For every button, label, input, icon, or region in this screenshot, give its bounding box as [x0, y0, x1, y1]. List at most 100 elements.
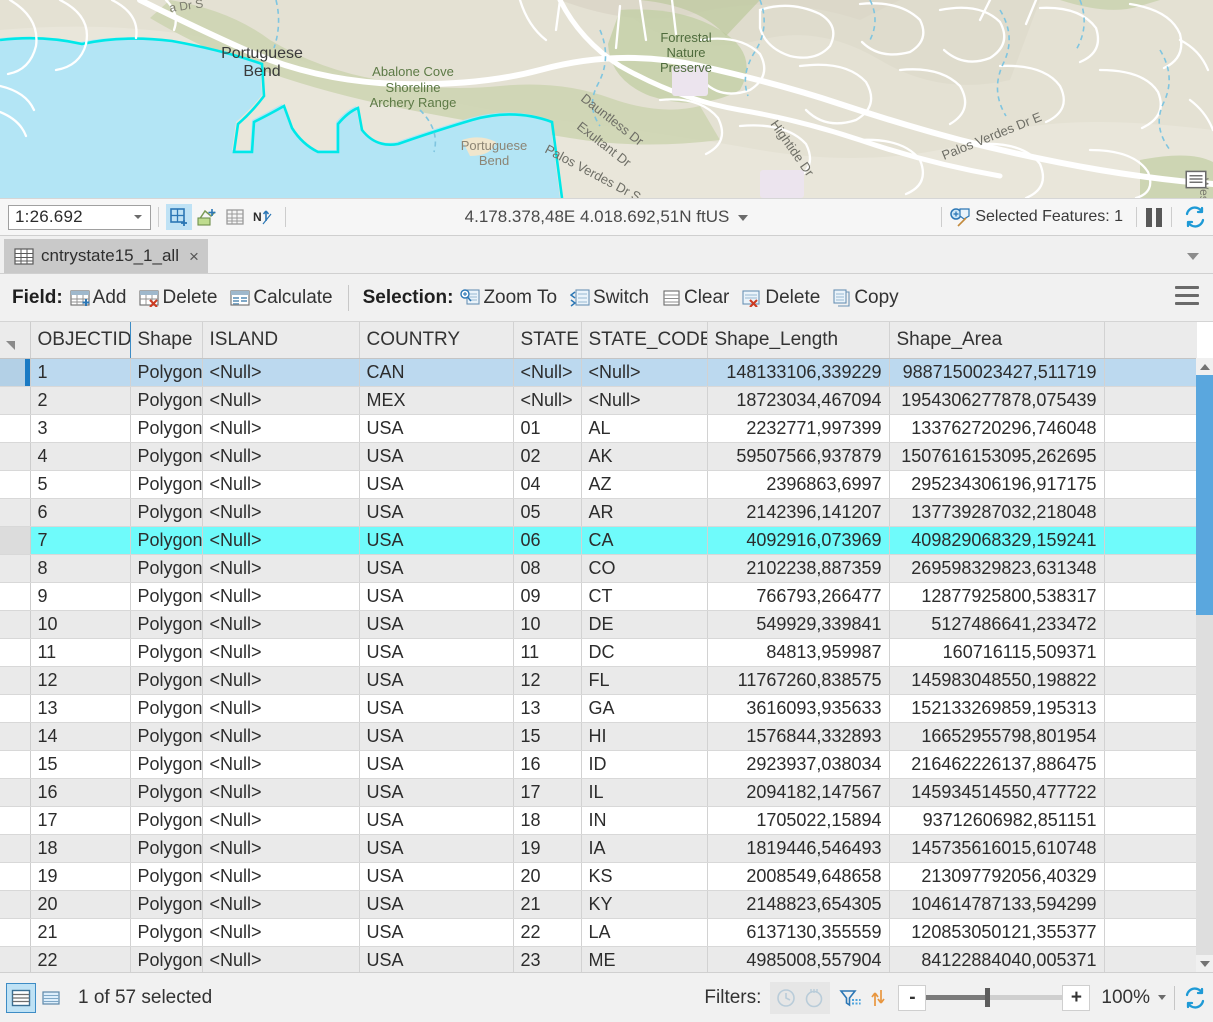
chevron-down-icon[interactable] — [134, 215, 142, 219]
cell-state_code[interactable]: AK — [581, 442, 708, 471]
table-row[interactable]: 19 Polygon <Null> USA 20 KS 2008549,648658 2130… — [0, 862, 1198, 891]
cell-shape_area[interactable]: 93712606982,851151 — [889, 806, 1105, 835]
refresh-icon[interactable] — [1183, 205, 1207, 229]
column-header-state[interactable]: STATE — [513, 322, 582, 359]
cell-objectid[interactable]: 1 — [30, 358, 131, 387]
cell-shape[interactable]: Polygon — [130, 442, 203, 471]
row-selector[interactable] — [0, 890, 31, 919]
clear-selection-button[interactable]: Clear — [662, 287, 729, 309]
cell-shape_area[interactable]: 1507616153095,262695 — [889, 442, 1105, 471]
attribute-table-icon[interactable] — [222, 204, 248, 230]
pause-drawing-button[interactable] — [1146, 207, 1162, 227]
cell-shape[interactable]: Polygon — [130, 778, 203, 807]
cell-country[interactable]: USA — [359, 834, 514, 863]
cell-island[interactable]: <Null> — [202, 582, 360, 611]
cell-country[interactable]: USA — [359, 414, 514, 443]
cell-shape_length[interactable]: 2094182,147567 — [707, 778, 890, 807]
row-selector[interactable] — [0, 470, 31, 499]
select-features-icon[interactable] — [194, 204, 220, 230]
cell-state[interactable]: 12 — [513, 666, 582, 695]
row-selector[interactable] — [0, 666, 31, 695]
cell-island[interactable]: <Null> — [202, 890, 360, 919]
cell-state[interactable]: 21 — [513, 890, 582, 919]
table-row[interactable]: 6 Polygon <Null> USA 05 AR 2142396,141207 13773… — [0, 498, 1198, 527]
cell-objectid[interactable]: 20 — [30, 890, 131, 919]
cell-state_code[interactable]: DE — [581, 610, 708, 639]
cell-state[interactable]: 16 — [513, 750, 582, 779]
cell-country[interactable]: USA — [359, 806, 514, 835]
table-options-menu-button[interactable] — [1175, 286, 1199, 310]
table-row[interactable]: 14 Polygon <Null> USA 15 HI 1576844,332893 1665… — [0, 722, 1198, 751]
table-row[interactable]: 2 Polygon <Null> MEX <Null> <Null> 18723034,46… — [0, 386, 1198, 415]
row-selector[interactable] — [0, 610, 31, 639]
cell-objectid[interactable]: 16 — [30, 778, 131, 807]
cell-country[interactable]: USA — [359, 526, 514, 555]
select-all-corner[interactable] — [0, 322, 31, 359]
cell-state_code[interactable]: KS — [581, 862, 708, 891]
column-header-country[interactable]: COUNTRY — [359, 322, 514, 359]
cell-shape_area[interactable]: 145735616015,610748 — [889, 834, 1105, 863]
cell-state[interactable]: 09 — [513, 582, 582, 611]
cell-island[interactable]: <Null> — [202, 834, 360, 863]
cell-state[interactable]: 06 — [513, 526, 582, 555]
zoom-slider-thumb[interactable] — [985, 988, 991, 1007]
cell-country[interactable]: USA — [359, 750, 514, 779]
row-selector[interactable] — [0, 386, 31, 415]
cell-state_code[interactable]: CA — [581, 526, 708, 555]
cell-objectid[interactable]: 21 — [30, 918, 131, 947]
cell-shape[interactable]: Polygon — [130, 890, 203, 919]
row-selector[interactable] — [0, 358, 31, 387]
copy-selection-button[interactable]: Copy — [833, 287, 899, 309]
cell-state[interactable]: 18 — [513, 806, 582, 835]
table-row[interactable]: 16 Polygon <Null> USA 17 IL 2094182,147567 1459… — [0, 778, 1198, 807]
cell-shape_area[interactable]: 133762720296,746048 — [889, 414, 1105, 443]
cell-country[interactable]: USA — [359, 554, 514, 583]
close-icon[interactable]: × — [189, 248, 199, 265]
row-selector[interactable] — [0, 554, 31, 583]
cell-shape_length[interactable]: 1576844,332893 — [707, 722, 890, 751]
cell-shape[interactable]: Polygon — [130, 414, 203, 443]
row-selector[interactable] — [0, 834, 31, 863]
cell-state_code[interactable]: <Null> — [581, 386, 708, 415]
row-selector[interactable] — [0, 862, 31, 891]
add-data-icon[interactable] — [166, 204, 192, 230]
definition-query-filter-icon[interactable] — [836, 984, 864, 1012]
cell-shape_length[interactable]: 11767260,838575 — [707, 666, 890, 695]
cell-state[interactable]: 01 — [513, 414, 582, 443]
cell-country[interactable]: USA — [359, 862, 514, 891]
row-selector[interactable] — [0, 526, 31, 555]
chevron-down-icon[interactable] — [738, 214, 749, 221]
row-selector[interactable] — [0, 442, 31, 471]
column-header-shape[interactable]: Shape — [130, 322, 203, 359]
cell-shape[interactable]: Polygon — [130, 722, 203, 751]
zoom-to-selection-button[interactable]: Zoom To — [460, 287, 557, 309]
table-row[interactable]: 7 Polygon <Null> USA 06 CA 4092916,073969 40982… — [0, 526, 1198, 555]
north-arrow-icon[interactable]: N — [250, 204, 276, 230]
zoom-to-selected-features-icon[interactable] — [949, 207, 971, 227]
chevron-down-icon[interactable] — [1187, 253, 1199, 260]
table-row[interactable]: 4 Polygon <Null> USA 02 AK 59507566,937879 1507… — [0, 442, 1198, 471]
cell-state_code[interactable]: AL — [581, 414, 708, 443]
cell-country[interactable]: USA — [359, 470, 514, 499]
cell-state[interactable]: 05 — [513, 498, 582, 527]
row-selector[interactable] — [0, 722, 31, 751]
cell-state_code[interactable]: CO — [581, 554, 708, 583]
cell-island[interactable]: <Null> — [202, 610, 360, 639]
cell-island[interactable]: <Null> — [202, 498, 360, 527]
cell-state[interactable]: 13 — [513, 694, 582, 723]
cell-objectid[interactable]: 19 — [30, 862, 131, 891]
cell-shape[interactable]: Polygon — [130, 694, 203, 723]
cell-objectid[interactable]: 6 — [30, 498, 131, 527]
table-row[interactable]: 22 Polygon <Null> USA 23 ME 4985008,557904 8412… — [0, 946, 1198, 972]
column-header-state-code[interactable]: STATE_CODE — [581, 322, 708, 359]
row-selector[interactable] — [0, 946, 31, 972]
row-selector[interactable] — [0, 638, 31, 667]
cell-shape_length[interactable]: 148133106,339229 — [707, 358, 890, 387]
cell-island[interactable]: <Null> — [202, 946, 360, 972]
cell-shape[interactable]: Polygon — [130, 806, 203, 835]
column-header-shape-area[interactable]: Shape_Area — [889, 322, 1105, 359]
table-vertical-scrollbar[interactable] — [1196, 358, 1213, 972]
attribute-table[interactable]: OBJECTID Shape ISLAND COUNTRY STATE STAT… — [0, 322, 1213, 972]
show-selected-records-icon[interactable] — [864, 984, 892, 1012]
cell-shape[interactable]: Polygon — [130, 470, 203, 499]
